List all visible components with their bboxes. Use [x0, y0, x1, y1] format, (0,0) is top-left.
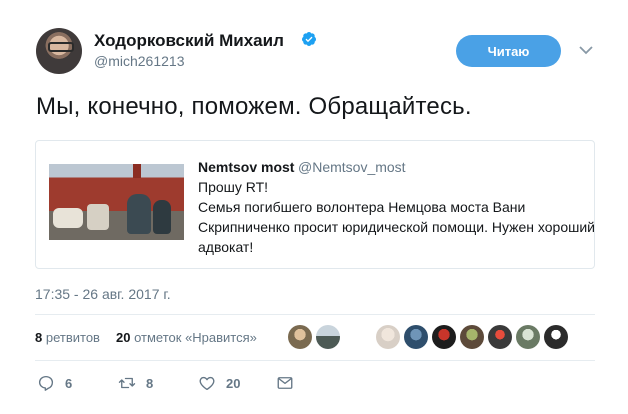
quoted-tweet[interactable]: Nemtsov most @Nemtsov_most Прошу RT! Сем… — [35, 140, 595, 269]
reply-button[interactable]: 6 — [37, 373, 72, 393]
author-avatar[interactable] — [36, 28, 82, 74]
quoted-text-line: Семья погибшего волонтера Немцова моста … — [198, 199, 526, 215]
timestamp[interactable]: 17:35 - 26 авг. 2017 г. — [35, 286, 171, 302]
quoted-author-name: Nemtsov most — [198, 159, 295, 175]
quoted-tweet-image[interactable] — [49, 164, 184, 240]
author-handle[interactable]: @mich261213 — [94, 53, 185, 69]
liker-avatar[interactable] — [460, 325, 484, 349]
retweet-count: 8 — [146, 375, 154, 391]
liker-avatar[interactable] — [544, 325, 568, 349]
retweets-count: 8 — [35, 330, 43, 345]
quoted-text-line: Скрипниченко просит юридической помощи. … — [198, 219, 595, 235]
retweet-icon — [118, 377, 136, 389]
retweets-stat[interactable]: 8 ретвитов — [35, 330, 100, 345]
tweet-text: Мы, конечно, поможем. Обращайтесь. — [36, 93, 472, 120]
reply-count: 6 — [65, 375, 73, 391]
direct-message-button[interactable] — [276, 373, 294, 393]
following-button[interactable]: Читаю — [456, 35, 561, 67]
liker-avatar[interactable] — [376, 325, 400, 349]
liker-avatar[interactable] — [432, 325, 456, 349]
liker-avatar[interactable] — [488, 325, 512, 349]
heart-icon — [199, 376, 215, 391]
chevron-down-icon[interactable] — [578, 44, 594, 56]
quoted-text-line: Прошу RT! — [198, 179, 269, 195]
like-count: 20 — [226, 375, 241, 391]
likes-count: 20 — [116, 330, 131, 345]
tweet: Ходорковский Михаил @mich261213 Читаю Мы… — [0, 0, 628, 414]
quoted-text-line: адвокат! — [198, 239, 254, 255]
reply-icon — [38, 375, 54, 391]
like-button[interactable]: 20 — [198, 373, 240, 393]
liker-avatar[interactable] — [404, 325, 428, 349]
message-icon — [277, 377, 293, 389]
retweeter-avatar[interactable] — [316, 325, 340, 349]
retweet-button[interactable]: 8 — [118, 373, 153, 393]
quoted-author-handle: @Nemtsov_most — [298, 159, 406, 175]
retweeter-avatar[interactable] — [288, 325, 312, 349]
verified-icon — [301, 32, 316, 46]
retweets-label: ретвитов — [45, 330, 100, 345]
liker-avatar[interactable] — [516, 325, 540, 349]
likes-label: отметок «Нравится» — [134, 330, 257, 345]
likes-stat[interactable]: 20 отметок «Нравится» — [116, 330, 257, 345]
divider — [35, 314, 595, 315]
divider — [35, 360, 595, 361]
author-name[interactable]: Ходорковский Михаил — [94, 31, 284, 51]
